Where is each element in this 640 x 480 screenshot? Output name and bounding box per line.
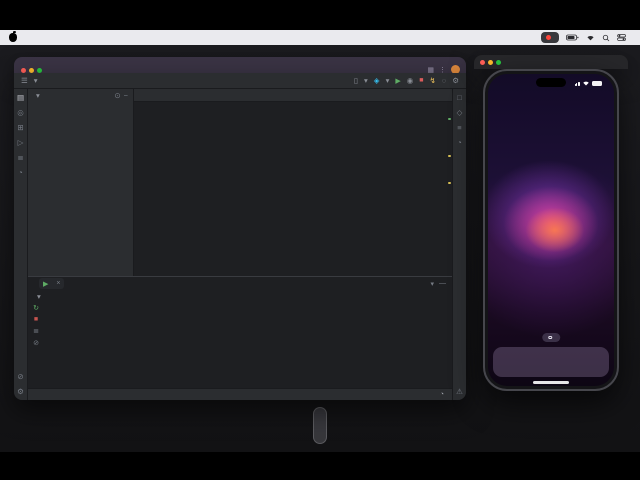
problems-tool-icon[interactable]: ⊘	[17, 372, 23, 381]
warning-mark	[448, 155, 451, 157]
rerun-button[interactable]: ↻	[33, 304, 39, 312]
simulator-title-bar[interactable]	[474, 55, 628, 69]
console-body: ↻ ■ ≣ ⊘	[28, 302, 452, 388]
project-panel-header[interactable]: ▾ ⊙ −	[28, 89, 133, 102]
structure-tool-icon[interactable]: ⊞	[17, 123, 23, 132]
chevron-down-icon: ▾	[37, 291, 41, 301]
clear-console-icon[interactable]: ⊘	[33, 339, 39, 347]
search-icon	[548, 335, 552, 340]
chevron-down-icon: ▾	[36, 91, 40, 100]
record-dot-icon	[546, 35, 551, 40]
menu-bar-status	[541, 32, 633, 43]
console-header: ▾	[28, 290, 452, 302]
run-panel-controls: ▾ —	[430, 280, 446, 288]
run-panel-header: ▶ × ▾ —	[28, 277, 452, 290]
iphone-status-icons	[574, 80, 602, 86]
project-panel-actions: ⊙ −	[114, 91, 128, 100]
search-everywhere-icon[interactable]: ◌	[442, 76, 446, 85]
notifications-tool-icon[interactable]: □	[457, 93, 462, 102]
phone-icon: ▯	[353, 76, 359, 85]
console-output[interactable]	[44, 302, 452, 388]
minimize-window-button[interactable]	[488, 60, 493, 65]
debug-button[interactable]: ◉	[407, 76, 414, 85]
select-opened-file-icon[interactable]: ⊙	[114, 91, 120, 100]
project-widget-icon[interactable]: ▾	[34, 76, 38, 85]
run-config-selector[interactable]: ◈ ▾	[374, 76, 390, 85]
hot-reload-button[interactable]: ↯	[430, 76, 436, 85]
run-button[interactable]: ▶	[395, 77, 400, 85]
flutter-icon: ◈	[373, 76, 380, 85]
device-selector[interactable]: ▯ ▾	[354, 76, 368, 85]
control-center-icon[interactable]	[617, 34, 626, 41]
project-tool-icon[interactable]: ▤	[17, 93, 24, 102]
iphone-dock	[493, 347, 609, 377]
macos-dock	[313, 407, 327, 444]
ide-window: ☰ ▾ ▯ ▾ ◈ ▾ ▶ ◉ ■ ↯ ◌ ⚙ ▤ ◎ ⊞ ▷ ≣ ◔ ⊘ ⚙ …	[14, 73, 466, 400]
iphone-status-bar	[488, 78, 614, 88]
right-tool-stripe: □ ◇ ≡ ◔ ⚠	[452, 89, 466, 400]
ide-toolbar: ☰ ▾ ▯ ▾ ◈ ▾ ▶ ◉ ■ ↯ ◌ ⚙	[14, 73, 466, 89]
project-panel: ▾ ⊙ −	[28, 89, 134, 276]
ok-mark	[448, 117, 451, 120]
warning-mark	[448, 182, 451, 185]
ide-status-bar: ◔	[28, 388, 452, 400]
stop-process-button[interactable]: ■	[34, 316, 38, 323]
settings-icon[interactable]: ⚙	[452, 76, 459, 85]
battery-icon[interactable]	[566, 34, 579, 41]
main-menu-icon[interactable]: ☰	[21, 76, 28, 85]
coverage-tool-icon[interactable]: ◔	[18, 168, 23, 177]
macos-desktop: { "menu_bar": { "app_name": "Simulator",…	[0, 0, 640, 480]
iphone-screen[interactable]	[488, 74, 614, 386]
left-tool-stripe: ▤ ◎ ⊞ ▷ ≣ ◔ ⊘ ⚙	[14, 89, 28, 400]
notifications-icon[interactable]: ◔	[440, 391, 444, 398]
problems-view-icon[interactable]: ⚠	[456, 387, 463, 396]
run-tool-icon[interactable]: ▷	[18, 138, 24, 147]
todo-tool-icon[interactable]: ≣	[17, 153, 23, 162]
zoom-window-button[interactable]	[496, 60, 501, 65]
desktop: ▦ ⋮ ☰ ▾ ▯ ▾ ◈ ▾ ▶ ◉ ■ ↯ ◌ ⚙ ▤ ◎ ⊞ ▷ ≣ ◔ …	[0, 30, 640, 452]
emulator-tool-icon[interactable]: ◔	[457, 138, 462, 147]
gradle-tool-icon[interactable]: ◇	[457, 108, 463, 117]
spotlight-search-pill[interactable]	[542, 333, 560, 342]
run-tab[interactable]: ▶ ×	[39, 278, 65, 289]
editor-area	[134, 89, 452, 276]
project-tree	[28, 102, 133, 276]
device-manager-tool-icon[interactable]: ≡	[457, 123, 461, 132]
chevron-down-icon: ▾	[385, 76, 390, 85]
apple-menu-icon[interactable]	[9, 31, 17, 42]
soft-wrap-icon[interactable]: ≣	[33, 327, 39, 335]
terminal-tool-icon[interactable]: ⚙	[17, 387, 24, 396]
code-editor[interactable]	[134, 102, 452, 276]
collapse-all-icon[interactable]: −	[124, 91, 128, 100]
search-icon[interactable]	[602, 34, 610, 42]
home-indicator[interactable]	[533, 381, 569, 384]
stop-button[interactable]: ■	[419, 77, 423, 84]
ide-main: ▤ ◎ ⊞ ▷ ≣ ◔ ⊘ ⚙ ▾ ⊙ − ▶ × ▾ — ▾ ↻ ■ ≣ ⊘ …	[14, 89, 466, 400]
status-bar-widgets: ◔	[404, 391, 444, 398]
menu-bar	[0, 30, 640, 45]
close-icon[interactable]: ×	[56, 280, 60, 287]
wifi-icon	[583, 81, 589, 86]
minimize-panel-icon[interactable]: —	[439, 280, 446, 288]
run-panel: ▶ × ▾ — ▾ ↻ ■ ≣ ⊘	[28, 276, 452, 388]
chevron-down-icon: ▾	[364, 76, 368, 85]
ide-work-row: ▾ ⊙ −	[28, 89, 452, 276]
console-toolbar: ↻ ■ ≣ ⊘	[28, 302, 44, 388]
battery-icon	[592, 81, 602, 86]
run-toolbar: ▯ ▾ ◈ ▾ ▶ ◉ ■ ↯ ◌ ⚙	[354, 76, 459, 85]
screen-recording-timer[interactable]	[541, 32, 559, 43]
cellular-signal-icon	[574, 81, 580, 86]
close-window-button[interactable]	[480, 60, 485, 65]
wifi-icon[interactable]	[586, 34, 595, 41]
commit-tool-icon[interactable]: ◎	[17, 108, 24, 117]
editor-tab-bar	[134, 89, 452, 102]
iphone-device	[483, 69, 619, 391]
hide-panel-icon[interactable]: ▾	[430, 280, 434, 288]
editor-scrollbar[interactable]	[447, 104, 451, 274]
ide-center: ▾ ⊙ − ▶ × ▾ — ▾ ↻ ■ ≣ ⊘ ◔	[28, 89, 452, 400]
simulator-window-controls	[480, 60, 501, 65]
run-icon: ▶	[43, 280, 49, 288]
